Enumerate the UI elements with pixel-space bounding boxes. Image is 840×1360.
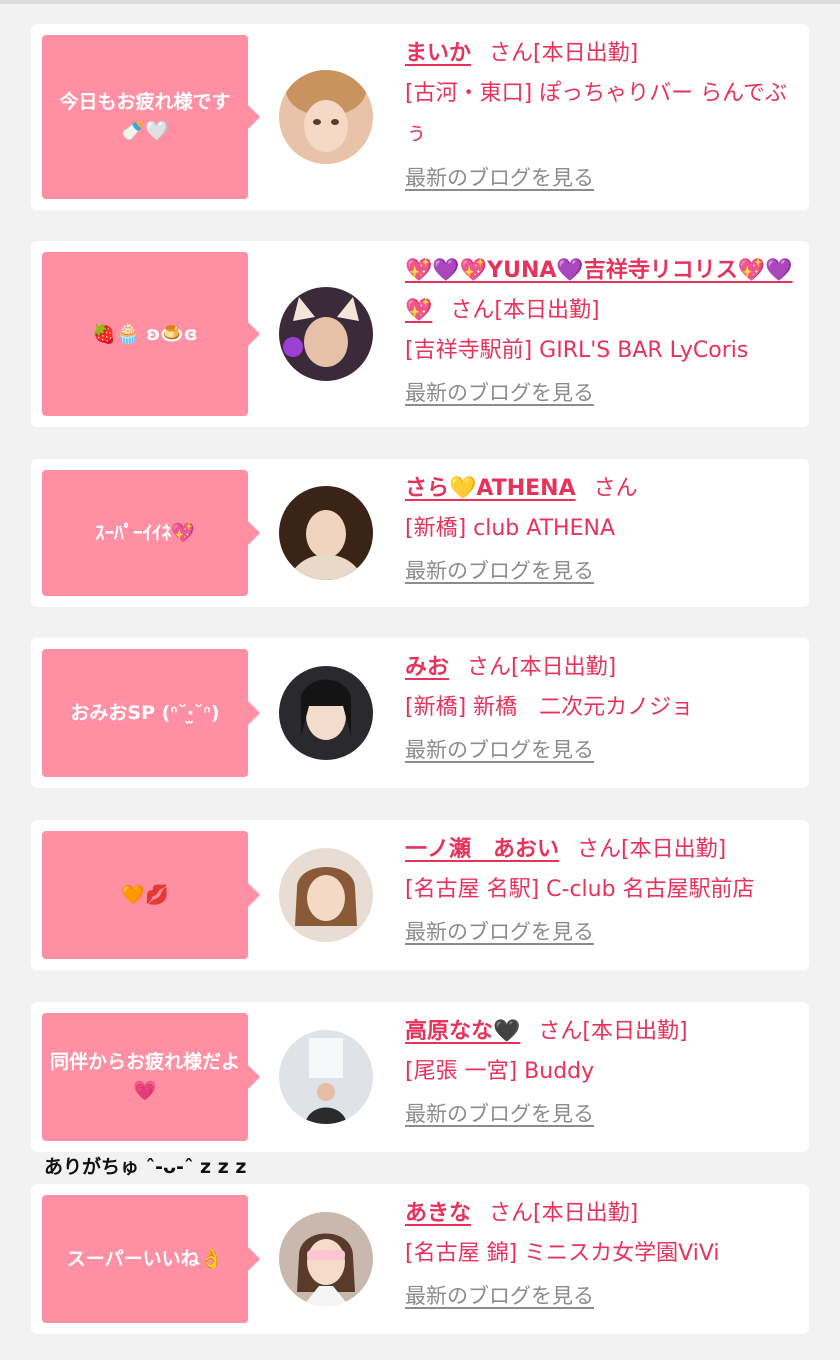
honorific: さん bbox=[489, 41, 534, 66]
attendance-status: [本日出勤] bbox=[533, 41, 639, 66]
latest-blog-link[interactable]: 最新のブログを見る bbox=[405, 162, 801, 192]
message-bubble: スーパーいいね👌 bbox=[42, 1195, 260, 1323]
shop-info: [尾張 一宮] Buddy bbox=[405, 1059, 595, 1084]
honorific: さん bbox=[577, 837, 622, 862]
avatar[interactable] bbox=[279, 848, 373, 942]
message-bubble: 🧡💋 bbox=[42, 831, 260, 959]
user-name-link[interactable]: みお bbox=[405, 655, 449, 680]
shop-info: [吉祥寺駅前] GIRL'S BAR LyCoris bbox=[405, 338, 749, 363]
user-name-link[interactable]: あきな bbox=[405, 1201, 471, 1226]
avatar[interactable] bbox=[279, 1030, 373, 1124]
message-bubble: おみおSP (ᐢ˘‧̫˘ᐢ) bbox=[42, 649, 260, 777]
attendance-status: [本日出勤] bbox=[494, 298, 600, 323]
blog-card: 🍓🧁 ʚ🍮ɞ 💖💜💖YUNA💜吉祥寺リコリス💖💜💖 さん[本日出勤] [吉祥寺駅前… bbox=[31, 241, 809, 427]
blog-card: 同伴からお疲れ様だよ💗 高原なな🖤 さん[本日出勤] [尾張 一宮] Buddy … bbox=[31, 1002, 809, 1152]
blog-card: 今日もお疲れ様です🍼🤍 まいか さん[本日出勤] [古河・東口] ぽっちゃりバー … bbox=[31, 24, 809, 210]
message-bubble: 🍓🧁 ʚ🍮ɞ bbox=[42, 252, 260, 416]
message-text: おみおSP (ᐢ˘‧̫˘ᐢ) bbox=[70, 701, 220, 724]
honorific: さん bbox=[538, 1019, 583, 1044]
latest-blog-link[interactable]: 最新のブログを見る bbox=[405, 916, 801, 946]
top-divider bbox=[0, 0, 840, 4]
user-name-link[interactable]: 一ノ瀬 あおい bbox=[405, 837, 559, 862]
blog-card: おみおSP (ᐢ˘‧̫˘ᐢ) みお さん[本日出勤] [新橋] 新橋 二次元カノジ… bbox=[31, 638, 809, 788]
avatar[interactable] bbox=[279, 1212, 373, 1306]
message-bubble: 今日もお疲れ様です🍼🤍 bbox=[42, 35, 260, 199]
blog-card: 🧡💋 一ノ瀬 あおい さん[本日出勤] [名古屋 名駅] C-club 名古屋駅前… bbox=[31, 820, 809, 970]
message-text: 🧡💋 bbox=[121, 883, 169, 906]
honorific: さん bbox=[593, 476, 638, 501]
shop-info: [名古屋 名駅] C-club 名古屋駅前店 bbox=[405, 877, 755, 902]
honorific: さん bbox=[489, 1201, 534, 1226]
message-text: スーパーいいね👌 bbox=[66, 1247, 224, 1270]
message-bubble: ｽｰﾊﾟｰｲｲﾈ💖 bbox=[42, 470, 260, 596]
latest-blog-link[interactable]: 最新のブログを見る bbox=[405, 1098, 801, 1128]
shop-info: [名古屋 錦] ミニスカ女学園ViVi bbox=[405, 1241, 720, 1266]
shop-info: [新橋] 新橋 二次元カノジョ bbox=[405, 695, 694, 720]
latest-blog-link[interactable]: 最新のブログを見る bbox=[405, 1280, 801, 1310]
user-name-link[interactable]: 高原なな🖤 bbox=[405, 1019, 520, 1044]
user-name-link[interactable]: さら💛ATHENA bbox=[405, 476, 576, 501]
attendance-status: [本日出勤] bbox=[582, 1019, 688, 1044]
message-bubble: 同伴からお疲れ様だよ💗 bbox=[42, 1013, 260, 1141]
handwritten-note: ありがちゅ ˆ‐ᴗ‐ˆ z z z bbox=[44, 1156, 247, 1178]
message-text: 同伴からお疲れ様だよ💗 bbox=[50, 1051, 241, 1102]
honorific: さん bbox=[450, 298, 495, 323]
blog-card: ｽｰﾊﾟｰｲｲﾈ💖 さら💛ATHENA さん [新橋] club ATHENA 最… bbox=[31, 459, 809, 607]
shop-info: [古河・東口] ぽっちゃりバー らんでぶぅ bbox=[405, 81, 788, 146]
message-text: 🍓🧁 ʚ🍮ɞ bbox=[92, 322, 198, 345]
user-name-link[interactable]: まいか bbox=[405, 41, 471, 66]
avatar[interactable] bbox=[279, 70, 373, 164]
attendance-status: [本日出勤] bbox=[621, 837, 727, 862]
avatar[interactable] bbox=[279, 287, 373, 381]
avatar[interactable] bbox=[279, 666, 373, 760]
latest-blog-link[interactable]: 最新のブログを見る bbox=[405, 555, 801, 585]
message-text: ｽｰﾊﾟｰｲｲﾈ💖 bbox=[95, 521, 195, 544]
blog-card: スーパーいいね👌 あきな さん[本日出勤] [名古屋 錦] ミニスカ女学園ViVi… bbox=[31, 1184, 809, 1334]
honorific: さん bbox=[467, 655, 512, 680]
message-text: 今日もお疲れ様です🍼🤍 bbox=[59, 91, 231, 142]
latest-blog-link[interactable]: 最新のブログを見る bbox=[405, 377, 801, 407]
attendance-status: [本日出勤] bbox=[511, 655, 617, 680]
avatar[interactable] bbox=[279, 486, 373, 580]
shop-info: [新橋] club ATHENA bbox=[405, 516, 615, 541]
attendance-status: [本日出勤] bbox=[533, 1201, 639, 1226]
latest-blog-link[interactable]: 最新のブログを見る bbox=[405, 734, 801, 764]
